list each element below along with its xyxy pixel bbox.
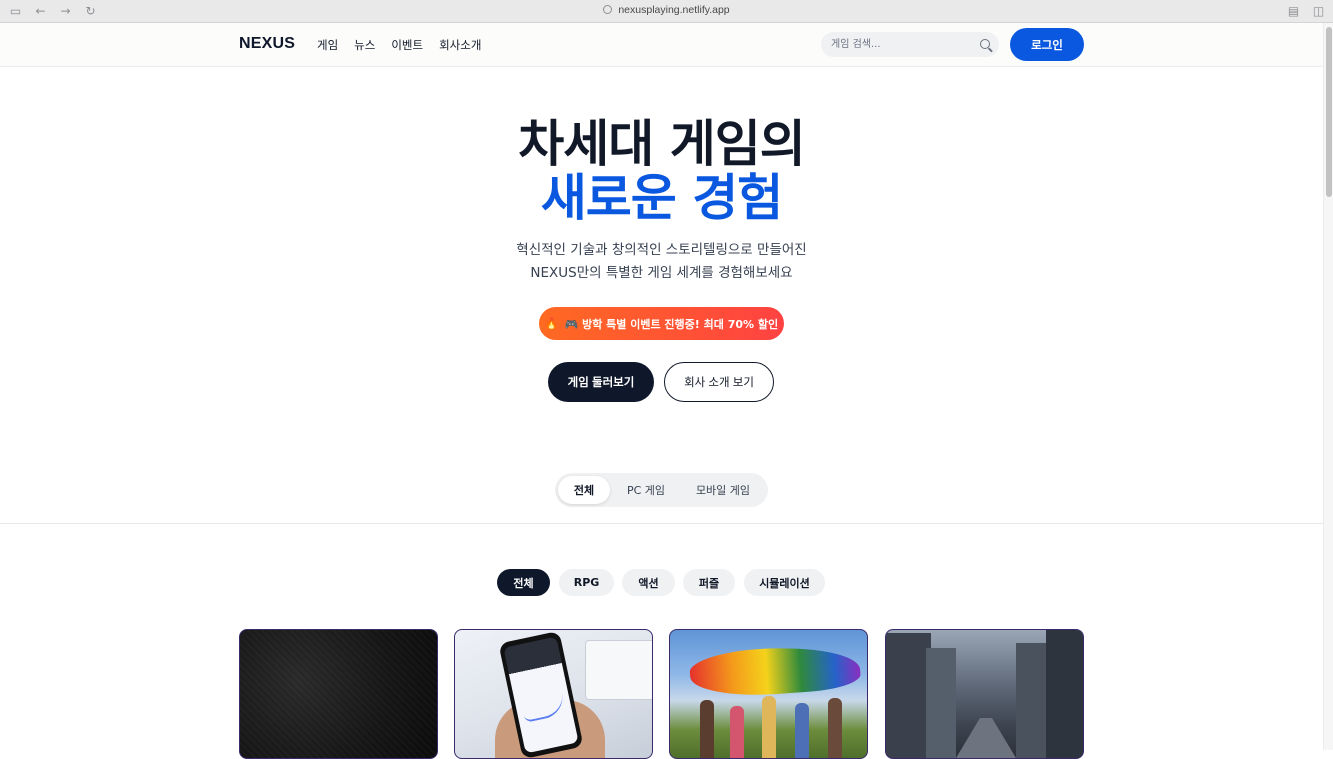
game-card[interactable] [239, 629, 438, 759]
event-banner[interactable]: 🔥 🎮 방학 특별 이벤트 진행중! 최대 70% 할인 [539, 307, 784, 340]
page-scrollbar[interactable] [1323, 23, 1333, 750]
tab-all[interactable]: 전체 [558, 476, 610, 504]
genre-chip-all[interactable]: 전체 [497, 569, 550, 596]
browser-toolbar: ▭ ← → ↻ nexusplaying.netlify.app ▤ ◫ [0, 0, 1333, 23]
hero-title: 차세대 게임의 새로운 경험 [0, 117, 1323, 225]
genre-chip-puzzle[interactable]: 퍼즐 [683, 569, 735, 596]
hero-subtitle-line1: 혁신적인 기술과 창의적인 스토리텔링으로 만들어진 [516, 242, 807, 258]
fire-icon: 🔥 [544, 317, 559, 330]
game-card[interactable] [454, 629, 653, 759]
nav-item-about[interactable]: 회사소개 [439, 37, 481, 53]
scrollbar-thumb[interactable] [1326, 27, 1332, 197]
nav-item-news[interactable]: 뉴스 [354, 37, 375, 53]
url-text: nexusplaying.netlify.app [618, 4, 730, 16]
card-thumbnail-laptop [585, 640, 652, 700]
hero-title-line2: 새로운 경험 [540, 169, 783, 227]
card-thumbnail-canopy [688, 642, 862, 700]
company-intro-button[interactable]: 회사 소개 보기 [664, 362, 774, 402]
tab-mobile-games[interactable]: 모바일 게임 [683, 476, 763, 504]
link-icon [603, 5, 613, 14]
search-input[interactable] [831, 36, 971, 53]
site-logo[interactable]: NEXUS [239, 35, 295, 53]
hero-subtitle: 혁신적인 기술과 창의적인 스토리텔링으로 만들어진 NEXUS만의 특별한 게… [0, 239, 1323, 285]
hero-subtitle-line2: NEXUS만의 특별한 게임 세계를 경험해보세요 [530, 265, 793, 281]
browse-games-button[interactable]: 게임 둘러보기 [548, 362, 654, 402]
nav-item-games[interactable]: 게임 [317, 37, 338, 53]
card-thumbnail [240, 630, 437, 758]
event-text: 🎮 방학 특별 이벤트 진행중! 최대 70% 할인 [564, 317, 779, 331]
section-divider [0, 523, 1323, 524]
login-button[interactable]: 로그인 [1010, 28, 1084, 61]
search-box [821, 32, 999, 57]
genre-chip-action[interactable]: 액션 [622, 569, 675, 596]
address-bar[interactable]: nexusplaying.netlify.app [0, 4, 1333, 16]
game-card[interactable] [885, 629, 1084, 759]
nav-item-events[interactable]: 이벤트 [391, 37, 423, 53]
reader-icon[interactable]: ▤ [1287, 5, 1300, 18]
game-card[interactable] [669, 629, 868, 759]
genre-chip-rpg[interactable]: RPG [559, 569, 614, 596]
site-header: NEXUS 게임 뉴스 이벤트 회사소개 로그인 [0, 23, 1323, 67]
main-nav: 게임 뉴스 이벤트 회사소개 [317, 37, 481, 53]
genre-chip-simulation[interactable]: 시뮬레이션 [744, 569, 825, 596]
platform-tabs: 전체 PC 게임 모바일 게임 [555, 473, 768, 507]
split-view-icon[interactable]: ◫ [1312, 5, 1325, 18]
tab-pc-games[interactable]: PC 게임 [615, 476, 677, 504]
hero-title-line1: 차세대 게임의 [518, 115, 805, 173]
search-icon[interactable] [980, 39, 990, 49]
